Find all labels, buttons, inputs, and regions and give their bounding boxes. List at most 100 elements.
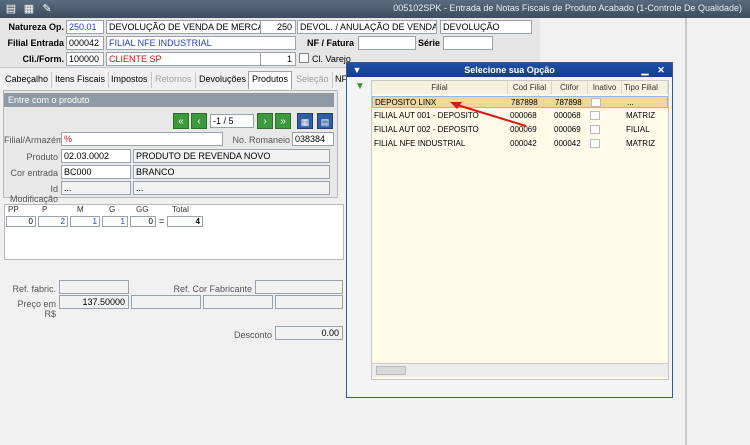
list-view-button[interactable]: ▤	[317, 113, 333, 129]
varejo-checkbox[interactable]	[299, 53, 309, 63]
row-filial: FILIAL NFE INDUSTRIAL	[374, 139, 466, 148]
close-button[interactable]: ✕	[655, 64, 667, 76]
col-tipo-filial[interactable]: Tipo Filial	[622, 81, 668, 94]
last-record-button[interactable]: »	[275, 113, 291, 129]
size-cell-pp[interactable]: 0	[6, 216, 36, 227]
tab-devolucoes[interactable]: Devoluções	[196, 72, 251, 88]
ref-cor-label: Ref. Cor Fabricante	[173, 284, 252, 294]
right-divider	[685, 18, 687, 445]
ref-fabric-field[interactable]	[59, 280, 129, 294]
ref-fabric-label: Ref. fabric.	[12, 284, 56, 294]
tab-selecao[interactable]: Seleção	[293, 72, 333, 88]
romaneio-label: No. Romaneio	[232, 135, 290, 145]
produto-panel-title: Entre com o produto	[4, 93, 334, 107]
nf-field[interactable]	[358, 36, 416, 50]
natureza-num-field[interactable]: 250	[260, 20, 296, 34]
natureza-desc2-field[interactable]: DEVOL. / ANULAÇÃO DE VENDA	[297, 20, 437, 34]
scrollbar-thumb[interactable]	[376, 366, 406, 375]
row-cod: 000042	[510, 139, 537, 148]
title-bar: ▤ ▦ ✎ 005102SPK - Entrada de Notas Fisca…	[0, 0, 750, 18]
size-equals: =	[159, 216, 165, 226]
serie-label: Série	[418, 38, 441, 48]
preco-label: Preço em R$	[17, 299, 56, 319]
filial-code-field[interactable]: 000042	[66, 36, 104, 50]
col-clifor[interactable]: Clifor	[552, 81, 588, 94]
tab-produtos[interactable]: Produtos	[248, 71, 293, 89]
window-title: 005102SPK - Entrada de Notas Fiscais de …	[393, 3, 742, 13]
row-inativo-checkbox[interactable]	[590, 125, 600, 134]
filial-armazem-label: Filial/Armazém	[4, 135, 64, 145]
row-clifor: 000069	[554, 125, 581, 134]
grid-view-button[interactable]: ▦	[297, 113, 313, 129]
tab-itens-fiscais[interactable]: Itens Fiscais	[52, 72, 110, 88]
filial-name-field[interactable]: FILIAL NFE INDUSTRIAL	[106, 36, 296, 50]
preco-extra-1	[131, 295, 201, 309]
record-counter: -1 / 5	[210, 114, 254, 128]
size-cell-gg[interactable]: 0	[130, 216, 156, 227]
tab-cabecalho[interactable]: Cabeçalho	[2, 72, 53, 88]
first-record-button[interactable]: «	[173, 113, 189, 129]
green-filter-icon[interactable]: ▼	[355, 82, 367, 92]
cor-label: Cor entrada	[10, 168, 58, 178]
row-tipo: MATRIZ	[626, 139, 656, 148]
desconto-label: Desconto	[233, 330, 272, 340]
size-header-g: G	[109, 205, 116, 214]
minimize-button[interactable]: ▁	[639, 64, 651, 76]
cli-label: Cli./Form.	[22, 54, 64, 64]
horizontal-scrollbar[interactable]	[372, 363, 668, 377]
ref-cor-field[interactable]	[255, 280, 343, 294]
prev-record-button[interactable]: ‹	[191, 113, 207, 129]
size-header-pp: PP	[8, 205, 19, 214]
filter-icon[interactable]: ▼	[351, 64, 363, 76]
size-cell-g[interactable]: 1	[102, 216, 128, 227]
size-header-p: P	[42, 205, 48, 214]
produto-desc-field: PRODUTO DE REVENDA NOVO	[133, 149, 330, 163]
col-filial[interactable]: Filial	[372, 81, 508, 94]
filial-armazem-field[interactable]: %	[61, 132, 223, 146]
size-cell-p[interactable]: 2	[38, 216, 68, 227]
natureza-code-field[interactable]: 250.01	[66, 20, 104, 34]
dialog-title: Selecione sua Opção	[347, 63, 672, 77]
produto-code-field[interactable]: 02.03.0002	[61, 149, 131, 163]
idmod-code-field[interactable]: ...	[61, 181, 131, 195]
preco-extra-2	[203, 295, 273, 309]
size-header-total: Total	[172, 205, 189, 214]
row-inativo-checkbox[interactable]	[591, 98, 601, 107]
next-record-button[interactable]: ›	[257, 113, 273, 129]
produto-label: Produto	[26, 152, 58, 162]
filial-label: Filial Entrada	[7, 38, 64, 48]
cli-code-field[interactable]: 100000	[66, 52, 104, 66]
row-tipo: ...	[627, 98, 634, 107]
row-clifor: 000068	[554, 111, 581, 120]
size-cell-total: 4	[167, 216, 203, 227]
col-cod-filial[interactable]: Cod Filial	[508, 81, 552, 94]
tab-bar: Cabeçalho Itens Fiscais Impostos Retorno…	[0, 71, 347, 89]
preco-extra-3	[275, 295, 343, 309]
size-header-m: M	[77, 205, 84, 214]
row-tipo: MATRIZ	[626, 111, 656, 120]
row-tipo: FILIAL	[626, 125, 650, 134]
romaneio-field[interactable]: 038384	[292, 132, 334, 146]
tab-retornos[interactable]: Retornos	[152, 72, 196, 88]
idmod-desc-field: ...	[133, 181, 330, 195]
size-cell-m[interactable]: 1	[70, 216, 100, 227]
serie-field[interactable]	[443, 36, 493, 50]
cli-num-field[interactable]: 1	[260, 52, 296, 66]
preco-field[interactable]: 137.50000	[59, 295, 129, 309]
row-clifor: 000042	[554, 139, 581, 148]
table-row[interactable]: FILIAL NFE INDUSTRIAL 000042 000042 MATR…	[372, 138, 668, 150]
size-header-gg: GG	[136, 205, 149, 214]
row-clifor: 787898	[555, 98, 582, 107]
annotation-arrow	[450, 102, 527, 127]
tab-impostos[interactable]: Impostos	[108, 72, 152, 88]
natureza-type-field[interactable]: DEVOLUÇÃO	[440, 20, 532, 34]
row-inativo-checkbox[interactable]	[590, 111, 600, 120]
desconto-field[interactable]: 0.00	[275, 326, 343, 340]
row-inativo-checkbox[interactable]	[590, 139, 600, 148]
natureza-label: Natureza Op.	[8, 22, 64, 32]
cor-code-field[interactable]: BC000	[61, 165, 131, 179]
cor-desc-field: BRANCO	[133, 165, 330, 179]
col-inativo[interactable]: Inativo	[588, 81, 622, 94]
idmod-label: Id Modificação	[9, 184, 58, 204]
nf-label: NF / Fatura	[306, 38, 354, 48]
